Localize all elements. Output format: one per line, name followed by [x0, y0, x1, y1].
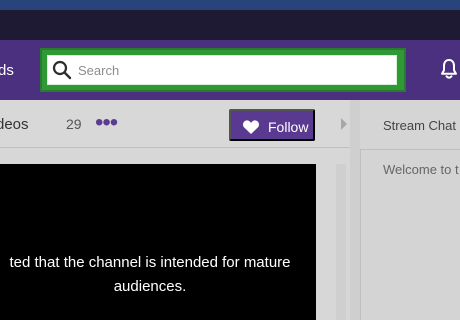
videos-tab-label[interactable]: deos	[0, 117, 29, 132]
bell-icon[interactable]	[440, 58, 458, 80]
more-options-button[interactable]: •••	[95, 111, 118, 135]
top-strip	[0, 0, 460, 10]
content-scrollbar[interactable]	[336, 164, 346, 320]
chat-welcome-message: Welcome to t	[383, 162, 459, 177]
app-bar	[0, 10, 460, 40]
mature-content-message: ted that the channel is intended for mat…	[0, 251, 300, 299]
videos-count: 29	[66, 116, 82, 132]
follow-label: Follow	[268, 119, 309, 135]
stream-chat-title: Stream Chat	[383, 118, 456, 133]
chevron-right-icon[interactable]	[339, 117, 349, 131]
follow-button[interactable]: Follow	[229, 109, 315, 141]
heart-icon	[242, 120, 260, 134]
mature-message-line-2: audiences.	[113, 278, 187, 295]
search-input[interactable]	[78, 58, 382, 82]
mature-message-line-1: ted that the channel is intended for mat…	[9, 254, 291, 271]
nav-item-partial-label[interactable]: ds	[0, 63, 14, 78]
search-icon[interactable]	[52, 60, 72, 80]
